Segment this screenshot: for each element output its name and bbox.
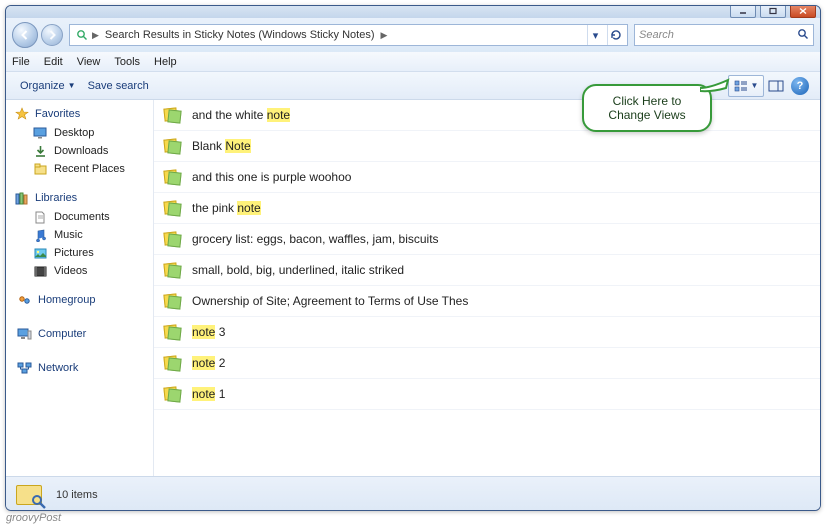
sticky-note-icon [162,106,182,124]
refresh-button[interactable] [607,25,623,45]
sticky-note-icon [162,354,182,372]
sidebar-item-network[interactable]: Network [6,358,153,378]
preview-pane-button[interactable] [764,75,788,97]
result-title: small, bold, big, underlined, italic str… [192,263,404,277]
search-result-item[interactable]: and this one is purple woohoo [154,162,820,193]
sticky-note-icon [162,385,182,403]
search-result-item[interactable]: note 3 [154,317,820,348]
callout-tail [700,78,730,94]
sidebar-item-downloads[interactable]: Downloads [6,142,153,160]
sidebar-item-homegroup[interactable]: Homegroup [6,290,153,310]
result-title: note 1 [192,387,225,401]
annotation-callout: Click Here to Change Views [582,84,712,132]
sidebar-item-desktop[interactable]: Desktop [6,124,153,142]
sidebar-item-pictures[interactable]: Pictures [6,244,153,262]
sidebar-item-videos[interactable]: Videos [6,262,153,280]
result-title: note 3 [192,325,225,339]
minimize-button[interactable] [730,5,756,18]
address-history-dropdown[interactable]: ▾ [587,25,603,45]
body: Favorites Desktop Downloads Recent Place… [6,100,820,476]
pictures-icon [32,246,48,260]
desktop-icon [32,126,48,140]
libraries-header[interactable]: Libraries [6,188,153,208]
music-icon [32,228,48,242]
sidebar-item-computer[interactable]: Computer [6,324,153,344]
location-icon [74,28,90,42]
navigation-pane: Favorites Desktop Downloads Recent Place… [6,100,154,476]
search-result-item[interactable]: note 2 [154,348,820,379]
sticky-note-icon [162,137,182,155]
libraries-icon [14,191,30,205]
change-views-button[interactable]: ▼ [728,75,764,97]
sticky-note-icon [162,292,182,310]
views-icon [734,80,748,92]
sticky-note-icon [162,323,182,341]
save-search-button[interactable]: Save search [82,77,155,95]
title-bar [6,6,820,18]
sidebar-item-music[interactable]: Music [6,226,153,244]
favorites-header[interactable]: Favorites [6,104,153,124]
address-row: ▶ Search Results in Sticky Notes (Window… [6,18,820,52]
help-icon: ? [791,77,809,95]
homegroup-icon [16,293,32,307]
search-result-item[interactable]: note 1 [154,379,820,410]
result-title: note 2 [192,356,225,370]
chevron-down-icon: ▼ [751,81,759,90]
status-count: 10 items [56,489,98,501]
search-result-item[interactable]: and the white note [154,100,820,131]
sticky-note-icon [162,199,182,217]
maximize-button[interactable] [760,5,786,18]
search-result-item[interactable]: Ownership of Site; Agreement to Terms of… [154,286,820,317]
back-button[interactable] [12,22,38,48]
search-placeholder: Search [639,29,674,41]
star-icon [14,107,30,121]
search-results-icon [16,481,46,509]
result-title: Blank Note [192,139,251,153]
menu-help[interactable]: Help [154,56,177,68]
search-results-list: and the white note Blank Note and this one… [154,100,820,476]
videos-icon [32,264,48,278]
close-button[interactable] [790,5,816,18]
result-title: and the white note [192,108,290,122]
computer-icon [16,327,32,341]
breadcrumb-segment[interactable]: Search Results in Sticky Notes (Windows … [101,29,379,41]
menu-bar: File Edit View Tools Help [6,52,820,72]
status-bar: 10 items [6,476,820,511]
chevron-right-icon: ▶ [90,30,101,41]
menu-view[interactable]: View [77,56,101,68]
documents-icon [32,210,48,224]
search-result-item[interactable]: the pink note [154,193,820,224]
search-result-item[interactable]: grocery list: eggs, bacon, waffles, jam,… [154,224,820,255]
chevron-right-icon: ▶ [379,30,390,41]
search-input[interactable]: Search [634,24,814,46]
sticky-note-icon [162,168,182,186]
explorer-window: ▶ Search Results in Sticky Notes (Window… [5,5,821,511]
menu-file[interactable]: File [12,56,30,68]
forward-button[interactable] [41,24,63,46]
sidebar-item-recent-places[interactable]: Recent Places [6,160,153,178]
recent-icon [32,162,48,176]
search-icon [797,28,809,43]
watermark: groovyPost [6,512,61,524]
help-button[interactable]: ? [788,75,812,97]
downloads-icon [32,144,48,158]
menu-tools[interactable]: Tools [114,56,140,68]
search-result-item[interactable]: small, bold, big, underlined, italic str… [154,255,820,286]
search-result-item[interactable]: Blank Note [154,131,820,162]
network-icon [16,361,32,375]
result-title: and this one is purple woohoo [192,170,351,184]
sticky-note-icon [162,230,182,248]
menu-edit[interactable]: Edit [44,56,63,68]
sidebar-item-documents[interactable]: Documents [6,208,153,226]
sticky-note-icon [162,261,182,279]
organize-button[interactable]: Organize▼ [14,77,82,95]
result-title: the pink note [192,201,261,215]
result-title: grocery list: eggs, bacon, waffles, jam,… [192,232,439,246]
result-title: Ownership of Site; Agreement to Terms of… [192,294,468,308]
address-bar[interactable]: ▶ Search Results in Sticky Notes (Window… [69,24,628,46]
